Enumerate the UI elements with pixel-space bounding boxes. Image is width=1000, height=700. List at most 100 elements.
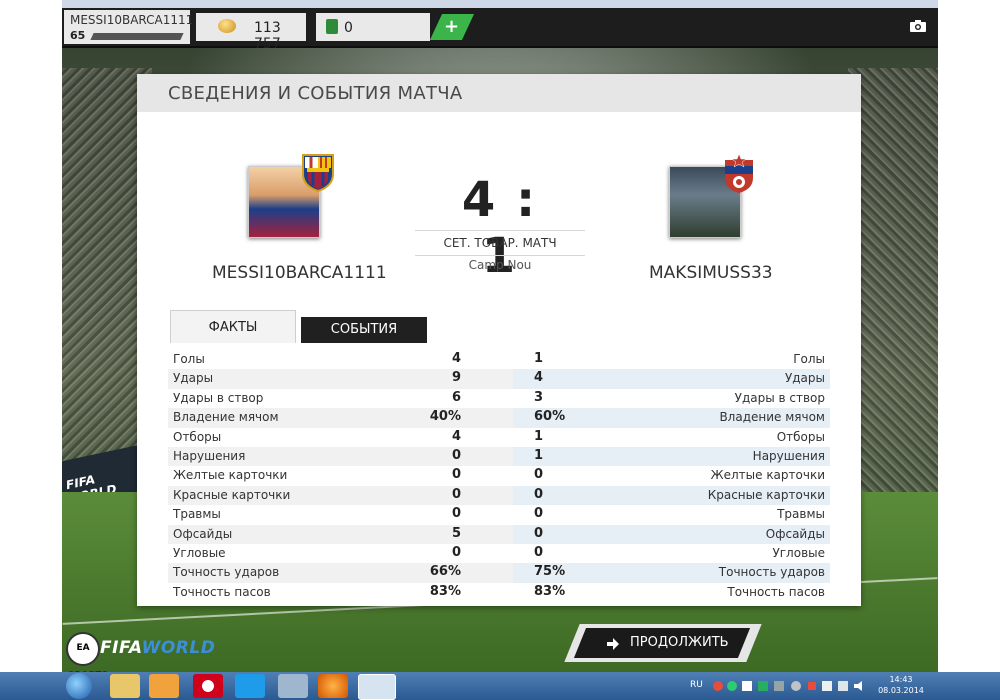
fifa-world-logo: FIFAWORLD — [100, 638, 215, 658]
ea-sports-logo: EA SPORTS — [66, 632, 108, 681]
opera-icon[interactable] — [193, 674, 223, 698]
stat-row: Офсайды 5 0 Офсайды — [168, 524, 830, 544]
stat-label-home: Офсайды — [173, 526, 233, 541]
add-points-button[interactable]: + — [429, 14, 475, 40]
page-title: СВЕДЕНИЯ И СОБЫТИЯ МАТЧА — [168, 83, 463, 104]
stats-table: Голы 4 1 Голы Удары 9 4 Удары Удары в створ 6 3 Уда… — [168, 350, 830, 602]
player-info[interactable]: MESSI10BARCA1111 65 — [64, 10, 194, 44]
tab-events[interactable]: СОБЫТИЯ — [301, 317, 427, 343]
continue-label[interactable]: ПРОДОЛЖИТЬ — [630, 635, 729, 650]
stat-value-away: 0 — [534, 467, 544, 483]
points-value: 0 — [344, 20, 353, 36]
stat-value-home: 0 — [451, 506, 461, 522]
cska-badge-icon — [725, 154, 753, 193]
network-icon[interactable] — [278, 674, 308, 698]
crowd-right — [848, 68, 938, 498]
media-player-icon[interactable] — [149, 674, 179, 698]
away-team-name: MAKSIMUSS33 — [649, 263, 773, 283]
coins-value: 113 757 — [254, 20, 281, 52]
arrow-right-icon[interactable] — [606, 637, 620, 651]
match-details-panel: СВЕДЕНИЯ И СОБЫТИЯ МАТЧА MESSI10BARCA111… — [137, 74, 861, 606]
stat-label-home: Удары в створ — [173, 390, 264, 405]
barcelona-badge-icon — [302, 154, 334, 192]
stat-value-home: 4 — [451, 351, 461, 366]
stat-label-home: Травмы — [173, 507, 221, 522]
stat-value-home: 4 — [451, 428, 461, 444]
stat-label-home: Удары — [173, 371, 214, 386]
window-top-strip — [62, 0, 938, 8]
language-indicator[interactable]: RU — [690, 680, 703, 690]
level-progress-bar — [90, 33, 184, 40]
stat-value-away: 0 — [534, 525, 544, 541]
stat-label-away: Удары в створ — [734, 390, 825, 405]
frame-right — [938, 0, 1000, 700]
stat-label-away: Голы — [793, 352, 825, 366]
stat-label-home: Владение мячом — [173, 410, 279, 425]
stat-value-away: 3 — [534, 389, 544, 405]
plus-icon: + — [444, 16, 460, 37]
tab-facts[interactable]: ФАКТЫ — [170, 310, 296, 343]
skype-icon[interactable] — [235, 674, 265, 698]
clock-date: 08.03.2014 — [878, 686, 924, 695]
stat-row: Угловые 0 0 Угловые — [168, 544, 830, 563]
points-display: 0 — [316, 13, 430, 41]
stat-row: Травмы 0 0 Травмы — [168, 505, 830, 524]
stat-value-home: 66% — [429, 564, 461, 580]
stat-label-away: Нарушения — [752, 448, 825, 463]
firefox-icon[interactable] — [318, 674, 348, 698]
stat-label-away: Красные карточки — [707, 487, 825, 502]
stat-label-home: Нарушения — [173, 448, 246, 463]
points-icon — [326, 19, 338, 34]
match-type: СЕТ. ТОВАР. МАТЧ — [415, 230, 585, 256]
top-bar: MESSI10BARCA1111 65 113 757 0 + — [62, 8, 938, 52]
stat-row: Отборы 4 1 Отборы — [168, 428, 830, 447]
stat-value-away: 0 — [534, 486, 544, 502]
stat-value-away: 75% — [534, 564, 566, 580]
stat-value-away: 1 — [534, 447, 544, 463]
camera-icon[interactable] — [910, 20, 926, 32]
player-name: MESSI10BARCA1111 — [70, 13, 194, 27]
stat-label-away: Угловые — [772, 545, 825, 560]
stat-value-away: 1 — [534, 351, 544, 366]
stat-value-home: 5 — [451, 525, 461, 541]
stat-value-away: 4 — [534, 370, 544, 386]
stat-row: Точность ударов 66% 75% Точность ударов — [168, 563, 830, 583]
stat-value-home: 0 — [451, 544, 461, 560]
stat-row: Владение мячом 40% 60% Владение мячом — [168, 408, 830, 428]
stat-label-away: Точность пасов — [727, 584, 825, 599]
stat-label-home: Красные карточки — [173, 487, 291, 502]
stat-value-home: 6 — [451, 389, 461, 405]
stat-value-away: 83% — [534, 583, 566, 599]
stat-value-home: 9 — [451, 370, 461, 386]
fifa-logo-suffix: WORLD — [141, 638, 216, 658]
stat-value-away: 0 — [534, 544, 544, 560]
stat-row: Нарушения 0 1 Нарушения — [168, 446, 830, 467]
stat-label-home: Голы — [173, 352, 205, 366]
stat-value-home: 0 — [451, 486, 461, 502]
clock[interactable]: 14:43 08.03.2014 — [878, 674, 924, 696]
stat-label-home: Желтые карточки — [173, 468, 288, 483]
stat-row: Удары в створ 6 3 Удары в створ — [168, 389, 830, 408]
stat-row: Удары 9 4 Удары — [168, 369, 830, 389]
stat-row: Красные карточки 0 0 Красные карточки — [168, 485, 830, 506]
system-tray-icons[interactable] — [712, 678, 872, 694]
stat-label-away: Офсайды — [765, 526, 825, 541]
stat-value-away: 60% — [534, 409, 566, 425]
player-level: 65 — [70, 29, 86, 42]
stat-label-away: Отборы — [776, 429, 825, 444]
stat-value-home: 40% — [429, 409, 461, 425]
fifa-world-icon[interactable] — [358, 674, 396, 700]
home-team-name: MESSI10BARCA1111 — [212, 263, 387, 283]
frame-left — [0, 0, 62, 700]
explorer-icon[interactable] — [110, 674, 140, 698]
stat-label-away: Желтые карточки — [710, 468, 825, 483]
match-venue: Camp Nou — [468, 258, 532, 272]
stat-value-home: 0 — [451, 467, 461, 483]
stat-label-home: Угловые — [173, 545, 226, 560]
stat-value-home: 83% — [429, 583, 461, 599]
stat-value-away: 1 — [534, 428, 544, 444]
stat-label-home: Точность ударов — [173, 565, 280, 580]
stat-row: Голы 4 1 Голы — [168, 350, 830, 369]
stat-label-away: Точность ударов — [718, 565, 825, 580]
start-button[interactable] — [66, 673, 92, 699]
